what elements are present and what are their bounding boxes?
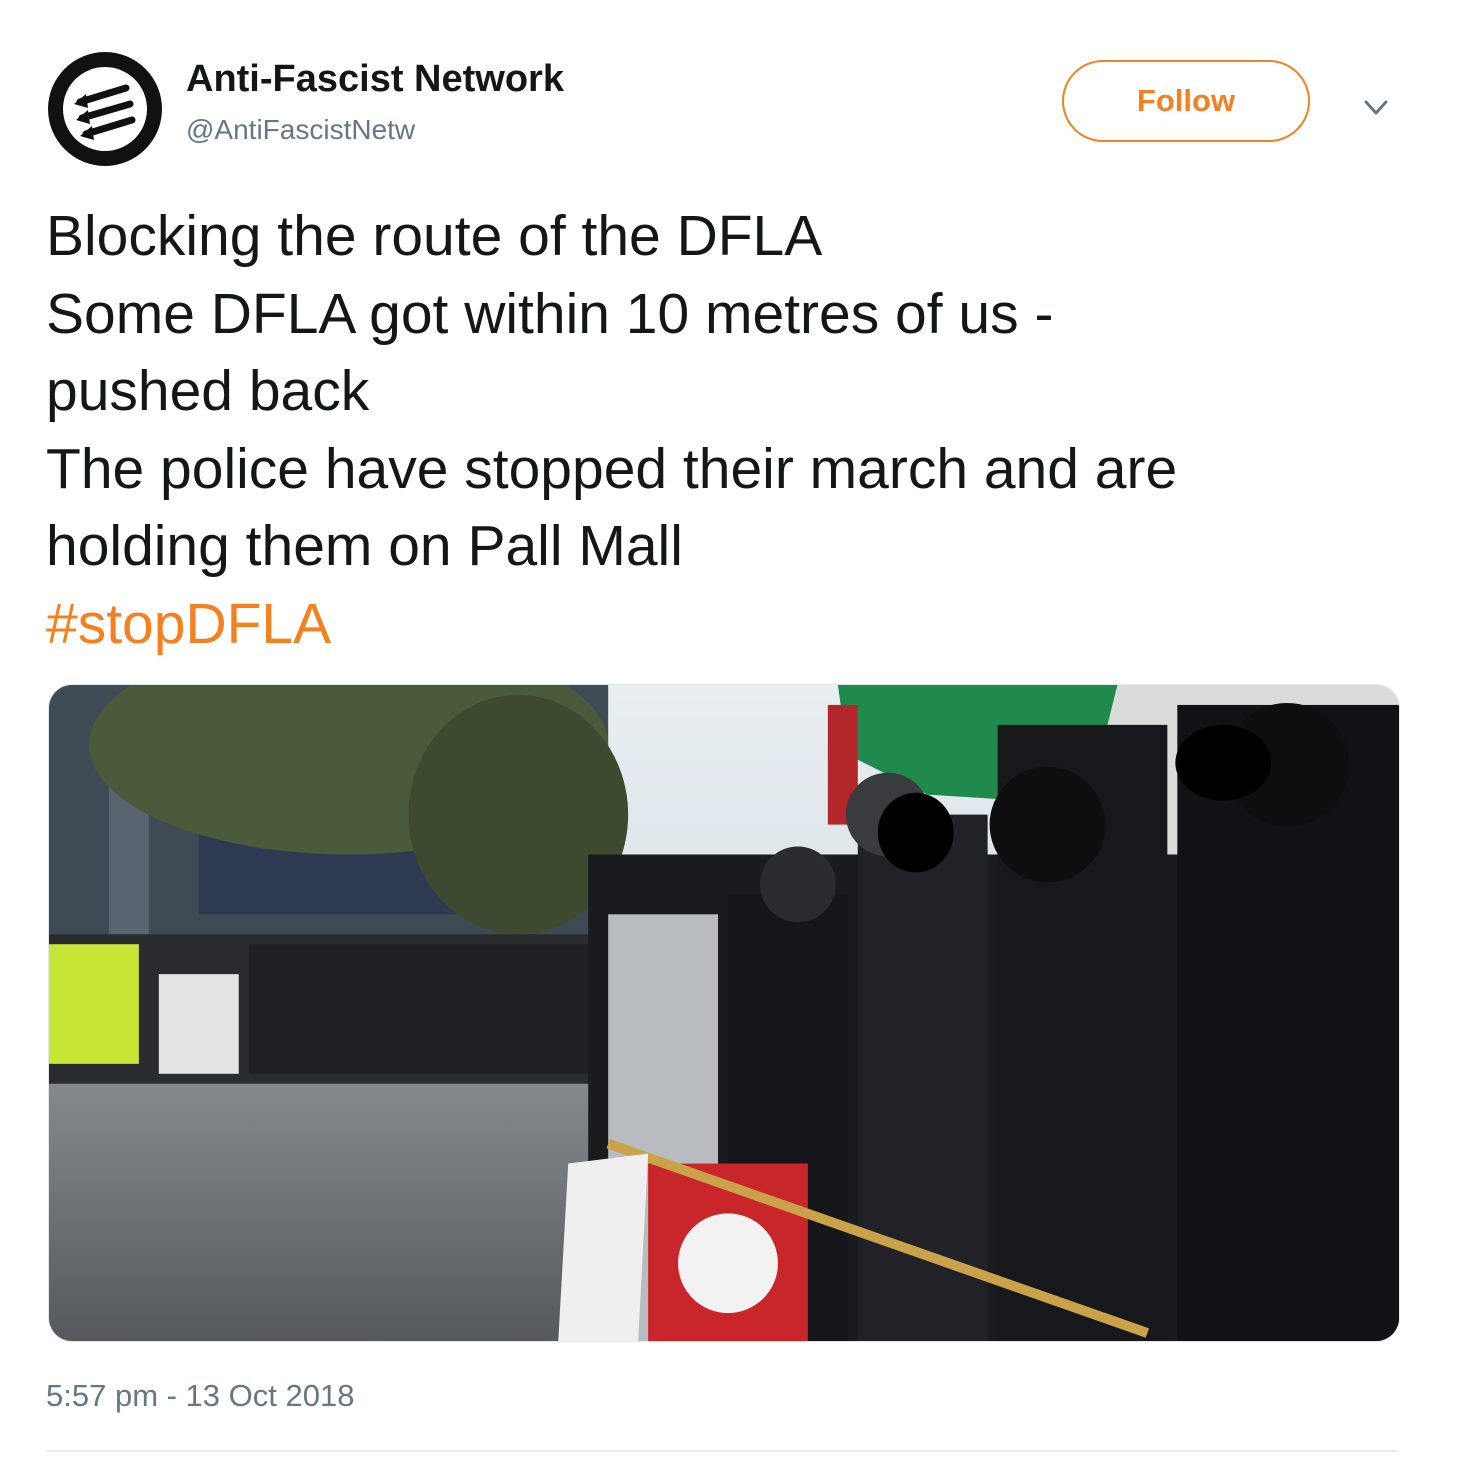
author-handle[interactable]: @AntiFascistNetw [186, 114, 415, 146]
tweet-line: pushed back [46, 359, 370, 423]
tweet-card: Anti-Fascist Network @AntiFascistNetw Fo… [0, 0, 1460, 1460]
avatar[interactable] [46, 50, 164, 168]
author-name[interactable]: Anti-Fascist Network [186, 58, 564, 101]
hashtag-link[interactable]: #stopDFLA [46, 586, 1426, 664]
tweet-line: The police have stopped their march and … [46, 436, 1178, 501]
protest-photo-image [49, 685, 1399, 1341]
divider [46, 1450, 1398, 1452]
tweet-line: Blocking the route of the DFLA [46, 204, 823, 268]
chevron-down-icon [1364, 100, 1388, 115]
tweet-line: Some DFLA got within 10 metres of us - [46, 281, 1054, 346]
tweet-photo[interactable] [48, 684, 1400, 1342]
tweet-line: holding them on Pall Mall [46, 514, 683, 578]
more-options-button[interactable] [1356, 88, 1396, 128]
tweet-text: Blocking the route of the DFLA Some DFLA… [46, 198, 1426, 663]
follow-button[interactable]: Follow [1062, 60, 1310, 142]
three-arrows-logo-icon [48, 52, 162, 166]
timestamp[interactable]: 5:57 pm - 13 Oct 2018 [46, 1378, 354, 1414]
